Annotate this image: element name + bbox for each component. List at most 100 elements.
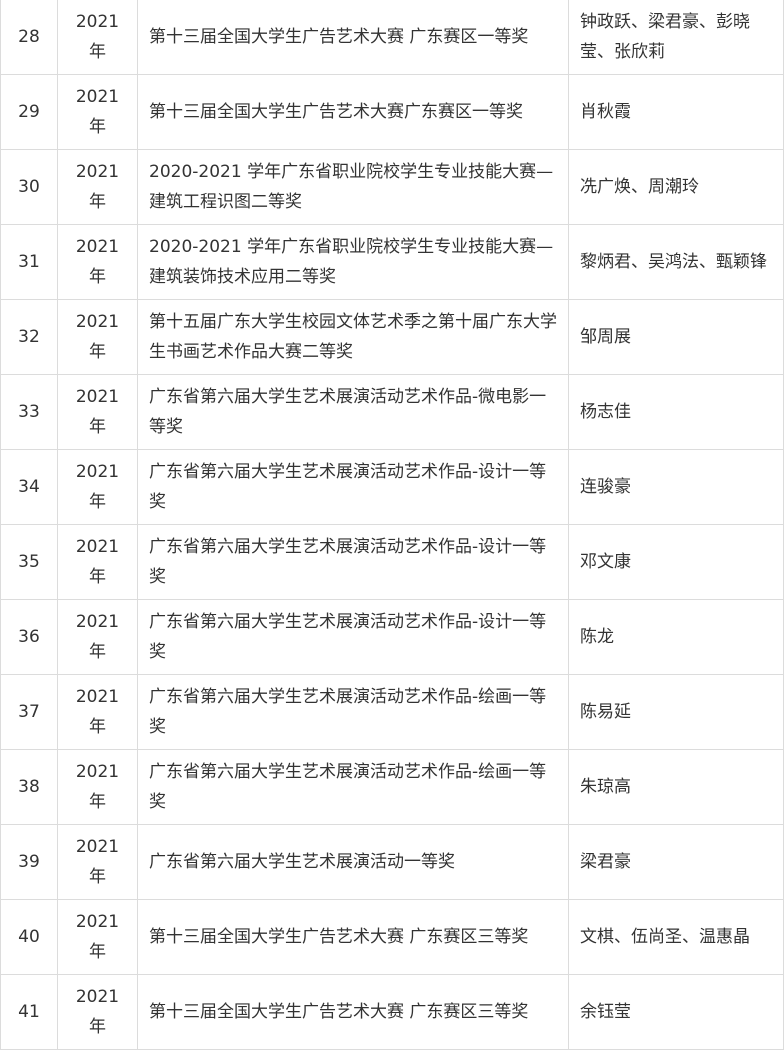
award-year: 2021 年 xyxy=(57,599,138,675)
award-year-unit: 年 xyxy=(89,942,106,962)
award-year: 2021 年 xyxy=(57,524,138,600)
award-year: 2021 年 xyxy=(57,674,138,750)
row-number: 37 xyxy=(0,674,58,750)
award-year-unit: 年 xyxy=(89,867,106,887)
award-year-number: 2021 xyxy=(75,537,120,557)
award-name: 2020-2021 学年广东省职业院校学生专业技能大赛—建筑工程识图二等奖 xyxy=(137,149,569,225)
table-row: 38 2021 年 广东省第六届大学生艺术展演活动艺术作品-绘画一等奖 朱琼高 xyxy=(0,749,784,825)
table-row: 36 2021 年 广东省第六届大学生艺术展演活动艺术作品-设计一等奖 陈龙 xyxy=(0,599,784,675)
award-year-unit: 年 xyxy=(89,42,106,62)
award-winners: 钟政跃、梁君豪、彭晓莹、张欣莉 xyxy=(568,0,784,75)
row-number: 33 xyxy=(0,374,58,450)
award-year: 2021 年 xyxy=(57,149,138,225)
row-number: 32 xyxy=(0,299,58,375)
table-row: 40 2021 年 第十三届全国大学生广告艺术大赛 广东赛区三等奖 文棋、伍尚圣、温惠晶 xyxy=(0,899,784,975)
award-year-number: 2021 xyxy=(75,912,120,932)
award-year-unit: 年 xyxy=(89,492,106,512)
table-row: 33 2021 年 广东省第六届大学生艺术展演活动艺术作品-微电影一等奖 杨志佳 xyxy=(0,374,784,450)
award-winners: 邹周展 xyxy=(568,299,784,375)
award-year-number: 2021 xyxy=(75,312,120,332)
award-winners: 冼广焕、周潮玲 xyxy=(568,149,784,225)
row-number: 40 xyxy=(0,899,58,975)
award-name: 第十三届全国大学生广告艺术大赛广东赛区一等奖 xyxy=(137,74,569,150)
award-year-unit: 年 xyxy=(89,1017,106,1037)
table-row: 35 2021 年 广东省第六届大学生艺术展演活动艺术作品-设计一等奖 邓文康 xyxy=(0,524,784,600)
award-winners: 黎炳君、吴鸿法、甄颖锋 xyxy=(568,224,784,300)
award-year-number: 2021 xyxy=(75,462,120,482)
award-year-number: 2021 xyxy=(75,687,120,707)
award-year: 2021 年 xyxy=(57,74,138,150)
award-year-unit: 年 xyxy=(89,717,106,737)
award-winners: 连骏豪 xyxy=(568,449,784,525)
award-year-number: 2021 xyxy=(75,387,120,407)
awards-table: 28 2021 年 第十三届全国大学生广告艺术大赛 广东赛区一等奖 钟政跃、梁君豪、彭晓… xyxy=(0,0,784,1050)
award-winners: 陈龙 xyxy=(568,599,784,675)
row-number: 39 xyxy=(0,824,58,900)
award-year-unit: 年 xyxy=(89,642,106,662)
row-number: 29 xyxy=(0,74,58,150)
table-row: 31 2021 年 2020-2021 学年广东省职业院校学生专业技能大赛—建筑装饰技… xyxy=(0,224,784,300)
award-year: 2021 年 xyxy=(57,224,138,300)
table-row: 28 2021 年 第十三届全国大学生广告艺术大赛 广东赛区一等奖 钟政跃、梁君豪、彭晓… xyxy=(0,0,784,75)
row-number: 30 xyxy=(0,149,58,225)
row-number: 35 xyxy=(0,524,58,600)
award-name: 广东省第六届大学生艺术展演活动艺术作品-设计一等奖 xyxy=(137,599,569,675)
award-year: 2021 年 xyxy=(57,824,138,900)
award-year-number: 2021 xyxy=(75,837,120,857)
table-row: 30 2021 年 2020-2021 学年广东省职业院校学生专业技能大赛—建筑工程识… xyxy=(0,149,784,225)
award-winners: 陈易延 xyxy=(568,674,784,750)
award-name: 广东省第六届大学生艺术展演活动艺术作品-设计一等奖 xyxy=(137,524,569,600)
award-year: 2021 年 xyxy=(57,449,138,525)
award-year-unit: 年 xyxy=(89,117,106,137)
table-row: 39 2021 年 广东省第六届大学生艺术展演活动一等奖 梁君豪 xyxy=(0,824,784,900)
award-year: 2021 年 xyxy=(57,0,138,75)
row-number: 31 xyxy=(0,224,58,300)
award-year-unit: 年 xyxy=(89,342,106,362)
award-winners: 朱琼高 xyxy=(568,749,784,825)
award-name: 第十三届全国大学生广告艺术大赛 广东赛区三等奖 xyxy=(137,899,569,975)
table-row: 29 2021 年 第十三届全国大学生广告艺术大赛广东赛区一等奖 肖秋霞 xyxy=(0,74,784,150)
award-winners: 梁君豪 xyxy=(568,824,784,900)
award-year-number: 2021 xyxy=(75,762,120,782)
award-winners: 肖秋霞 xyxy=(568,74,784,150)
award-winners: 杨志佳 xyxy=(568,374,784,450)
award-year-unit: 年 xyxy=(89,567,106,587)
award-year-number: 2021 xyxy=(75,87,120,107)
award-year: 2021 年 xyxy=(57,299,138,375)
award-name: 第十三届全国大学生广告艺术大赛 广东赛区一等奖 xyxy=(137,0,569,75)
award-year: 2021 年 xyxy=(57,899,138,975)
award-year: 2021 年 xyxy=(57,974,138,1050)
award-year-unit: 年 xyxy=(89,192,106,212)
row-number: 34 xyxy=(0,449,58,525)
award-name: 2020-2021 学年广东省职业院校学生专业技能大赛—建筑装饰技术应用二等奖 xyxy=(137,224,569,300)
row-number: 36 xyxy=(0,599,58,675)
award-year-number: 2021 xyxy=(75,237,120,257)
award-name: 广东省第六届大学生艺术展演活动艺术作品-绘画一等奖 xyxy=(137,674,569,750)
award-year-unit: 年 xyxy=(89,267,106,287)
award-year-number: 2021 xyxy=(75,612,120,632)
table-row: 34 2021 年 广东省第六届大学生艺术展演活动艺术作品-设计一等奖 连骏豪 xyxy=(0,449,784,525)
award-winners: 文棋、伍尚圣、温惠晶 xyxy=(568,899,784,975)
award-name: 广东省第六届大学生艺术展演活动艺术作品-绘画一等奖 xyxy=(137,749,569,825)
row-number: 28 xyxy=(0,0,58,75)
award-year-number: 2021 xyxy=(75,162,120,182)
award-name: 广东省第六届大学生艺术展演活动艺术作品-设计一等奖 xyxy=(137,449,569,525)
award-name: 第十五届广东大学生校园文体艺术季之第十届广东大学生书画艺术作品大赛二等奖 xyxy=(137,299,569,375)
row-number: 38 xyxy=(0,749,58,825)
table-row: 37 2021 年 广东省第六届大学生艺术展演活动艺术作品-绘画一等奖 陈易延 xyxy=(0,674,784,750)
award-name: 广东省第六届大学生艺术展演活动一等奖 xyxy=(137,824,569,900)
award-year-unit: 年 xyxy=(89,792,106,812)
award-name: 广东省第六届大学生艺术展演活动艺术作品-微电影一等奖 xyxy=(137,374,569,450)
award-winners: 余钰莹 xyxy=(568,974,784,1050)
table-row: 32 2021 年 第十五届广东大学生校园文体艺术季之第十届广东大学生书画艺术作品大赛… xyxy=(0,299,784,375)
award-winners: 邓文康 xyxy=(568,524,784,600)
awards-table-body: 28 2021 年 第十三届全国大学生广告艺术大赛 广东赛区一等奖 钟政跃、梁君豪、彭晓… xyxy=(0,0,784,1050)
award-year-unit: 年 xyxy=(89,417,106,437)
table-row: 41 2021 年 第十三届全国大学生广告艺术大赛 广东赛区三等奖 余钰莹 xyxy=(0,974,784,1050)
award-year-number: 2021 xyxy=(75,12,120,32)
award-year: 2021 年 xyxy=(57,374,138,450)
row-number: 41 xyxy=(0,974,58,1050)
award-year: 2021 年 xyxy=(57,749,138,825)
award-name: 第十三届全国大学生广告艺术大赛 广东赛区三等奖 xyxy=(137,974,569,1050)
award-year-number: 2021 xyxy=(75,987,120,1007)
